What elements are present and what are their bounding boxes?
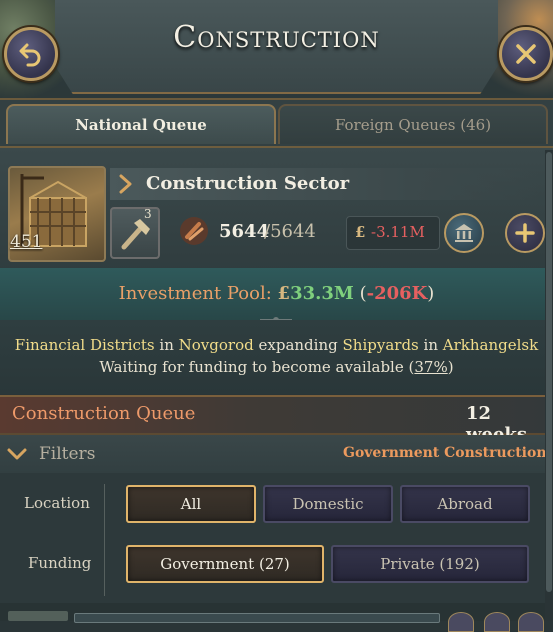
filters-divider: [104, 484, 105, 596]
funding-status: Waiting for funding to become available …: [0, 358, 553, 376]
workforce-max: /5644: [264, 221, 316, 242]
scrollbar-thumb[interactable]: [546, 152, 552, 592]
waiting-text: Waiting for funding to become available …: [99, 358, 415, 376]
close-icon: [516, 44, 536, 64]
production-method-count: 3: [144, 207, 152, 221]
current-construction: Financial Districts in Novgorod expandin…: [0, 336, 553, 354]
construction-status: [0, 320, 553, 394]
funding-percentage: 37%: [414, 358, 448, 376]
pound-icon: £: [277, 283, 291, 304]
queue-item-button[interactable]: [484, 612, 510, 632]
location-filter-abroad[interactable]: Abroad: [400, 485, 530, 523]
paren-open: (: [359, 283, 367, 304]
bank-icon: [455, 224, 473, 242]
state-name[interactable]: Novgorod: [179, 336, 254, 354]
target-building[interactable]: Shipyards: [343, 336, 419, 354]
funding-filter-government[interactable]: Government (27): [126, 545, 324, 583]
workforce-icon: [180, 217, 208, 245]
chevron-right-icon: [119, 174, 132, 194]
close-button[interactable]: [499, 27, 553, 81]
expand-sector-button[interactable]: [116, 173, 136, 195]
investment-pool-amount: 33.3M: [290, 283, 354, 304]
bank-button[interactable]: [444, 213, 484, 253]
investment-pool[interactable]: Investment Pool: £33.3M (-206K): [0, 283, 553, 304]
queue-item-button[interactable]: [518, 612, 544, 632]
location-filter-domestic[interactable]: Domestic: [263, 485, 393, 523]
workforce-indicator: [178, 215, 210, 247]
queue-item-thumbnail[interactable]: [8, 611, 68, 621]
back-button[interactable]: [4, 27, 58, 81]
queue-item-progress-bar: [74, 613, 440, 623]
status-word: expanding: [258, 336, 338, 354]
construction-queue-title: Construction Queue: [12, 403, 196, 424]
tab-national-queue[interactable]: National Queue: [6, 104, 276, 144]
add-level-button[interactable]: [505, 213, 545, 253]
funding-filter-private[interactable]: Private (192): [331, 545, 529, 583]
target-state[interactable]: Arkhangelsk: [443, 336, 538, 354]
sector-title: Construction Sector: [146, 173, 350, 194]
status-word: in: [423, 336, 438, 354]
filters-scope: Government Construction: [343, 445, 547, 461]
plus-icon: [515, 223, 535, 243]
location-filter-all[interactable]: All: [126, 485, 256, 523]
status-word: in: [159, 336, 174, 354]
sector-level: 451: [10, 232, 43, 252]
balance-value: -3.11M: [371, 223, 425, 241]
filters-collapse-button[interactable]: [6, 443, 28, 465]
investment-pool-change: -206K: [366, 283, 428, 304]
workforce-current: 5644: [219, 221, 270, 242]
production-method-button[interactable]: [110, 207, 160, 259]
chevron-down-icon: [7, 448, 27, 460]
investment-pool-label: Investment Pool:: [118, 283, 272, 304]
location-label: Location: [24, 494, 90, 512]
queue-item-button[interactable]: [448, 612, 474, 632]
filters-label: Filters: [39, 444, 96, 464]
building-name[interactable]: Financial Districts: [15, 336, 155, 354]
page-title: Construction: [173, 20, 380, 55]
back-arrow-icon: [19, 43, 41, 67]
funding-label: Funding: [28, 554, 92, 572]
tab-foreign-queues[interactable]: Foreign Queues (46): [278, 104, 548, 144]
pound-icon: £: [355, 223, 366, 241]
paren-close: ): [447, 358, 454, 376]
paren-close: ): [427, 283, 435, 304]
